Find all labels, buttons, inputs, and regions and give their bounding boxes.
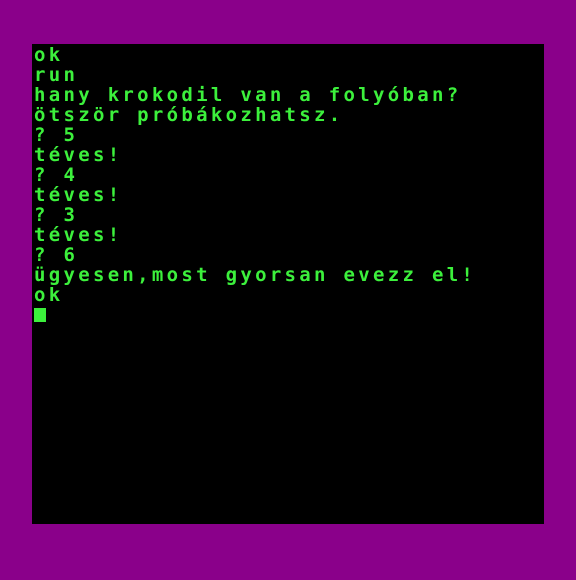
terminal-line: ötször próbákozhatsz. xyxy=(34,104,344,126)
text-cursor xyxy=(34,307,46,322)
cursor-line[interactable] xyxy=(34,305,476,325)
terminal-line: run xyxy=(34,64,79,86)
terminal-line: ? 6 xyxy=(34,244,79,266)
terminal-line: téves! xyxy=(34,184,123,206)
terminal-line: hany krokodil van a folyóban? xyxy=(34,84,462,106)
terminal-line: ? 4 xyxy=(34,164,79,186)
terminal-line: ok xyxy=(34,284,64,306)
terminal-output: ok run hany krokodil van a folyóban? öts… xyxy=(34,45,476,325)
terminal-line: ? 5 xyxy=(34,124,79,146)
terminal-screen[interactable]: ok run hany krokodil van a folyóban? öts… xyxy=(32,44,544,524)
terminal-line: téves! xyxy=(34,144,123,166)
terminal-line: ügyesen,most gyorsan evezz el! xyxy=(34,264,477,286)
terminal-line: téves! xyxy=(34,224,123,246)
terminal-line: ok xyxy=(34,44,64,66)
terminal-line: ? 3 xyxy=(34,204,79,226)
